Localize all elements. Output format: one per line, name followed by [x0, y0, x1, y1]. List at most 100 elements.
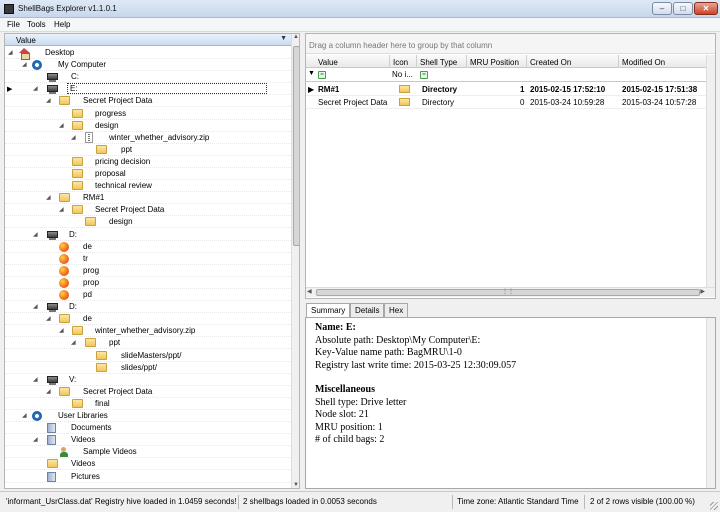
firefox-icon [59, 265, 69, 276]
expand-toggle-icon[interactable]: ◢ [46, 315, 51, 322]
tree-node[interactable]: Documents [5, 422, 291, 435]
scroll-up-icon[interactable]: ▲ [293, 34, 299, 40]
group-hint-text: Drag a column header here to group by th… [309, 41, 493, 50]
tree-node[interactable]: Videos [5, 458, 291, 471]
panel-splitter[interactable] [301, 33, 304, 489]
close-button[interactable]: ✕ [694, 2, 718, 15]
tree-node[interactable]: tr [5, 253, 291, 265]
tree-node[interactable]: ◢ Secret Project Data [5, 204, 291, 217]
tab-hex[interactable]: Hex [384, 303, 409, 317]
expand-toggle-icon[interactable]: ◢ [71, 134, 76, 141]
tree-node[interactable]: progress [5, 108, 291, 120]
tree-node[interactable]: Sample Videos [5, 446, 291, 459]
details-grid: Drag a column header here to group by th… [305, 33, 716, 299]
scroll-right-icon[interactable]: ▶ [700, 288, 705, 295]
summary-shell-type: Shell type: Drive letter [315, 396, 407, 408]
resize-grip-icon[interactable] [710, 502, 718, 510]
tree-node[interactable]: ◢ D: [5, 301, 291, 314]
tree-node[interactable]: ▶ ◢ E: [5, 83, 291, 96]
tree-node[interactable]: Pictures [5, 471, 291, 483]
grid-row[interactable]: Secret Project Data Directory 0 2015-03-… [306, 96, 715, 109]
expand-toggle-icon[interactable]: ◢ [46, 388, 51, 395]
filter-chip-icon[interactable]: = [318, 71, 326, 79]
scroll-down-icon[interactable]: ▼ [293, 482, 299, 488]
tree-node-label: tr [83, 253, 88, 263]
tree-node[interactable]: ◢ Secret Project Data [5, 386, 291, 398]
tree-node[interactable]: slideMasters/ppt/ [5, 350, 291, 362]
maximize-button[interactable]: □ [673, 2, 693, 15]
group-by-area[interactable]: Drag a column header here to group by th… [306, 34, 715, 54]
col-header-modified-on[interactable]: Modified On [622, 58, 665, 67]
minimize-button[interactable]: – [652, 2, 672, 15]
tree-column-header[interactable]: Value ▼ [5, 34, 291, 46]
expand-toggle-icon[interactable]: ◢ [22, 412, 27, 419]
tree-node[interactable]: ◢ RM#1 [5, 192, 291, 205]
row-pointer-icon: ▶ [308, 85, 315, 94]
tree-scroll-thumb[interactable] [293, 46, 299, 246]
col-header-value[interactable]: Value [318, 58, 338, 67]
tree-node-label: ppt [109, 338, 121, 348]
tree-node[interactable]: pd [5, 289, 291, 301]
expand-toggle-icon[interactable]: ◢ [33, 231, 38, 238]
tab-summary[interactable]: Summary [306, 303, 351, 318]
grid-row[interactable]: ▶ RM#1 Directory 1 2015-02-15 17:52:10 2… [306, 83, 715, 96]
scroll-left-icon[interactable]: ◀ [307, 288, 312, 295]
tree-node[interactable]: ◢ V: [5, 374, 291, 386]
expand-toggle-icon[interactable]: ◢ [71, 339, 76, 346]
expand-toggle-icon[interactable]: ◢ [59, 327, 64, 334]
tree-node[interactable]: ◢ Desktop [5, 47, 291, 60]
col-header-icon[interactable]: Icon [393, 58, 408, 67]
tree-node[interactable]: pricing decision [5, 156, 291, 168]
tree-node[interactable]: de [5, 241, 291, 253]
filter-icon[interactable]: ▼ [308, 70, 315, 77]
tree-node[interactable]: ◢ D: [5, 229, 291, 241]
expand-toggle-icon[interactable]: ◢ [8, 49, 13, 56]
filter-icon-text[interactable]: No i... [392, 70, 413, 79]
grid-horizontal-scrollbar[interactable]: ◀ ⋮⋮ ▶ [306, 287, 715, 297]
expand-toggle-icon[interactable]: ◢ [46, 97, 51, 104]
expand-toggle-icon[interactable]: ◢ [33, 436, 38, 443]
expand-toggle-icon[interactable]: ◢ [59, 206, 64, 213]
firefox-icon [59, 253, 69, 264]
tree-node[interactable]: final [5, 398, 291, 410]
expand-toggle-icon[interactable]: ◢ [22, 61, 27, 68]
tree-node[interactable]: technical review [5, 180, 291, 193]
tree-node[interactable]: ◢ User Libraries [5, 410, 291, 422]
tree-node[interactable]: ◢ My Computer [5, 59, 291, 72]
tree-node[interactable]: ◢ design [5, 120, 291, 132]
expand-toggle-icon[interactable]: ◢ [59, 122, 64, 129]
tree-node[interactable]: slides/ppt/ [5, 362, 291, 374]
col-header-mru-position[interactable]: MRU Position [470, 58, 519, 67]
tree-node-label: Secret Project Data [83, 386, 153, 396]
tree-node[interactable]: ◢ Secret Project Data [5, 95, 291, 108]
filter-chip-icon[interactable]: = [420, 71, 428, 79]
summary-mru-position: MRU position: 1 [315, 421, 383, 433]
menu-tools[interactable]: Tools [27, 20, 46, 29]
expand-toggle-icon[interactable]: ◢ [33, 85, 38, 92]
tree-node[interactable]: ◢ ppt [5, 337, 291, 350]
tree-node[interactable]: prop [5, 277, 291, 289]
expand-toggle-icon[interactable]: ◢ [46, 194, 51, 201]
expand-toggle-icon[interactable]: ◢ [33, 303, 38, 310]
cell-created-on: 2015-03-24 10:59:28 [530, 98, 605, 107]
summary-panel: Name: E: Absolute path: Desktop\My Compu… [305, 317, 716, 489]
tree-node[interactable]: ◢ winter_whether_advisory.zip [5, 325, 291, 338]
tab-details[interactable]: Details [350, 303, 385, 317]
grid-vertical-scrollbar[interactable] [706, 55, 715, 287]
tree-node[interactable]: C: [5, 71, 291, 84]
tree-node[interactable]: prog [5, 265, 291, 277]
menu-help[interactable]: Help [54, 20, 70, 29]
tree-node[interactable]: ppt [5, 144, 291, 156]
expand-toggle-icon[interactable]: ◢ [33, 376, 38, 383]
tree-node[interactable]: ◢ de [5, 313, 291, 326]
tree-node[interactable]: ◢ Videos [5, 434, 291, 447]
col-header-shell-type[interactable]: Shell Type [420, 58, 457, 67]
user-icon [59, 447, 69, 458]
tree-node[interactable]: design [5, 216, 291, 229]
menu-file[interactable]: File [7, 20, 20, 29]
tree-scrollbar[interactable]: ▲ ▼ [291, 34, 299, 488]
col-header-created-on[interactable]: Created On [530, 58, 571, 67]
tree-node[interactable]: ◢ winter_whether_advisory.zip [5, 131, 291, 144]
tree-node[interactable]: proposal [5, 168, 291, 180]
summary-scrollbar[interactable] [706, 318, 715, 488]
